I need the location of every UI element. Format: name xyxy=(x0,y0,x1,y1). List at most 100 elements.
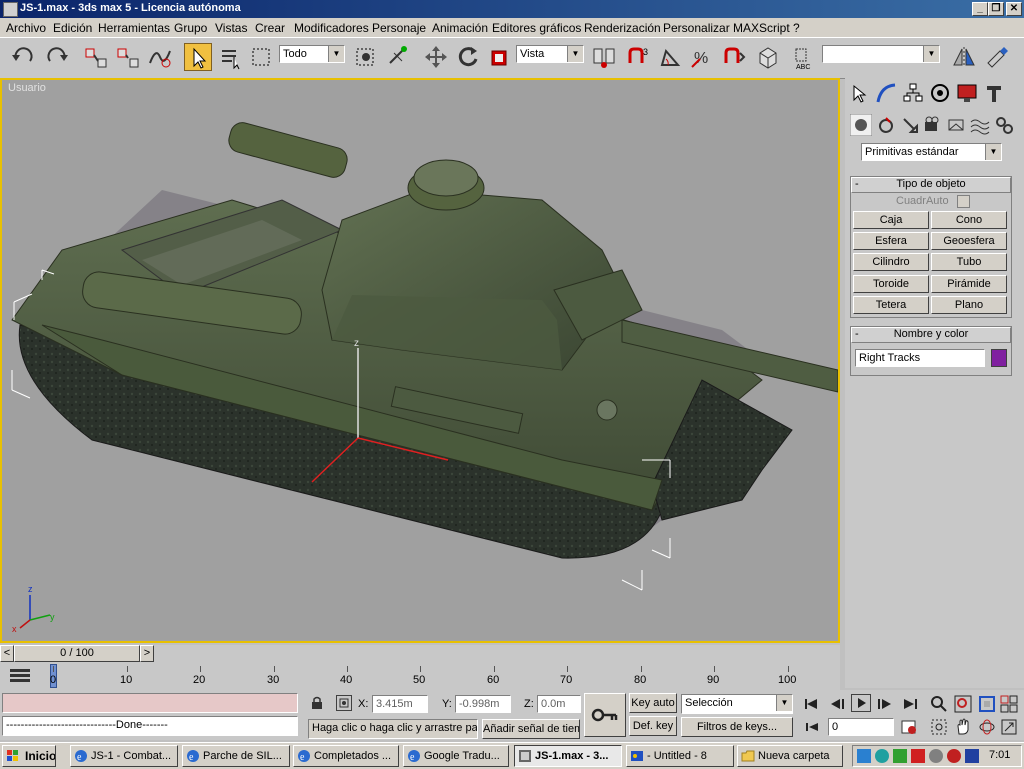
mirror-icon[interactable] xyxy=(950,43,978,71)
lock-icon[interactable] xyxy=(310,696,324,710)
tray-volume-icon[interactable] xyxy=(929,749,943,763)
set-key-button[interactable]: Def. key xyxy=(629,716,677,736)
menu-animacion[interactable]: Animación xyxy=(432,21,488,35)
menu-archivo[interactable]: Archivo xyxy=(6,21,46,35)
bind-to-space-warp-icon[interactable] xyxy=(146,43,174,71)
object-name-input[interactable]: Right Tracks xyxy=(855,349,985,367)
torus-button[interactable]: Toroide xyxy=(853,275,929,293)
select-and-move-icon[interactable] xyxy=(422,43,450,71)
object-color-swatch[interactable] xyxy=(991,349,1007,367)
motion-tab-icon[interactable] xyxy=(929,82,951,104)
modify-tab-icon[interactable] xyxy=(875,82,897,104)
menu-grupo[interactable]: Grupo xyxy=(174,21,207,35)
undo-icon[interactable] xyxy=(10,43,38,71)
snap-toggle-icon[interactable]: 3 xyxy=(624,43,652,71)
time-slider-thumb[interactable]: 0 / 100 xyxy=(14,645,140,662)
hierarchy-tab-icon[interactable] xyxy=(902,82,924,104)
x-coord-input[interactable]: 3.415m xyxy=(372,695,428,713)
menu-help[interactable]: ? xyxy=(793,21,800,35)
taskbar-item-ie-parche[interactable]: e Parche de SIL... xyxy=(182,745,290,767)
z-coord-input[interactable]: 0.0m xyxy=(537,695,581,713)
pan-hand-icon[interactable] xyxy=(954,718,972,736)
menu-personaje[interactable]: Personaje xyxy=(372,21,426,35)
add-time-tag-button[interactable]: Añadir señal de tiem xyxy=(482,719,580,739)
previous-frame-icon[interactable] xyxy=(828,696,848,712)
play-icon[interactable] xyxy=(851,694,871,712)
zoom-icon[interactable] xyxy=(930,695,948,713)
maxscript-listener-input[interactable] xyxy=(2,693,298,713)
close-button[interactable]: ✕ xyxy=(1006,2,1022,16)
box-button[interactable]: Caja xyxy=(853,211,929,229)
time-slider-next-button[interactable]: > xyxy=(140,645,154,662)
menu-personalizar[interactable]: Personalizar xyxy=(663,21,730,35)
menu-edicion[interactable]: Edición xyxy=(53,21,92,35)
tray-ati-icon[interactable] xyxy=(911,749,925,763)
taskbar-item-nueva-carpeta[interactable]: Nueva carpeta xyxy=(737,745,843,767)
restore-button[interactable]: ❐ xyxy=(988,2,1004,16)
use-pivot-center-icon[interactable] xyxy=(590,43,618,71)
region-zoom-icon[interactable] xyxy=(930,718,948,736)
helpers-category-icon[interactable] xyxy=(945,114,967,136)
object-type-header[interactable]: - Tipo de objeto xyxy=(851,177,1011,193)
cone-button[interactable]: Cono xyxy=(931,211,1007,229)
menu-editores-graficos[interactable]: Editores gráficos xyxy=(492,21,581,35)
select-and-rotate-icon[interactable] xyxy=(454,43,482,71)
menu-vistas[interactable]: Vistas xyxy=(215,21,247,35)
taskbar-item-ie-js1[interactable]: e JS-1 - Combat... xyxy=(70,745,178,767)
tray-security-icon[interactable] xyxy=(947,749,961,763)
select-and-link-icon[interactable] xyxy=(82,43,110,71)
select-and-manipulate-icon[interactable] xyxy=(384,43,412,71)
utilities-tab-icon[interactable] xyxy=(983,82,1005,104)
tray-network-icon[interactable] xyxy=(857,749,871,763)
geosphere-button[interactable]: Geoesfera xyxy=(931,232,1007,250)
named-selection-dropdown[interactable]: ▼ xyxy=(822,45,940,63)
autogrid-checkbox[interactable] xyxy=(957,195,970,208)
sphere-button[interactable]: Esfera xyxy=(853,232,929,250)
next-frame-icon[interactable] xyxy=(874,696,894,712)
rectangular-selection-icon[interactable] xyxy=(248,43,276,71)
taskbar-item-ie-completados[interactable]: e Completados ... xyxy=(293,745,399,767)
display-tab-icon[interactable] xyxy=(956,82,978,104)
pyramid-button[interactable]: Pirámide xyxy=(931,275,1007,293)
tube-button[interactable]: Tubo xyxy=(931,253,1007,271)
named-selection-sets-icon[interactable] xyxy=(754,43,782,71)
teapot-button[interactable]: Tetera xyxy=(853,296,929,314)
lights-category-icon[interactable] xyxy=(899,114,921,136)
time-slider[interactable]: < 0 / 100 > xyxy=(0,645,840,662)
y-coord-input[interactable]: -0.998m xyxy=(455,695,511,713)
create-tab-icon[interactable] xyxy=(848,82,870,104)
select-and-scale-icon[interactable] xyxy=(486,43,514,71)
absolute-mode-icon[interactable] xyxy=(336,695,352,711)
taskbar-item-ie-google-traductor[interactable]: e Google Tradu... xyxy=(403,745,509,767)
plane-button[interactable]: Plano xyxy=(931,296,1007,314)
menu-crear[interactable]: Crear xyxy=(255,21,285,35)
auto-key-button[interactable]: Key auto xyxy=(629,693,677,713)
mini-curve-editor-icon[interactable] xyxy=(6,666,34,686)
go-to-start-icon[interactable] xyxy=(802,696,822,712)
shapes-category-icon[interactable] xyxy=(875,114,897,136)
menu-herramientas[interactable]: Herramientas xyxy=(98,21,170,35)
taskbar-item-3dsmax[interactable]: JS-1.max - 3... xyxy=(514,745,622,767)
track-bar[interactable]: 0 10 20 30 40 50 60 70 80 90 100 xyxy=(0,662,840,690)
arc-rotate-icon[interactable] xyxy=(978,718,996,736)
tray-clock[interactable]: 7:01 xyxy=(989,749,1010,761)
cameras-category-icon[interactable] xyxy=(921,114,943,136)
select-object-icon[interactable] xyxy=(184,43,212,71)
cylinder-button[interactable]: Cilindro xyxy=(853,253,929,271)
primitive-category-dropdown[interactable]: Primitivas estándar ▼ xyxy=(861,143,1002,161)
angle-snap-icon[interactable] xyxy=(656,43,684,71)
go-to-end-icon[interactable] xyxy=(900,696,920,712)
edit-named-selection-icon[interactable]: ABC xyxy=(792,43,820,71)
spinner-snap-icon[interactable] xyxy=(720,43,748,71)
key-mode-toggle-icon[interactable] xyxy=(804,720,820,734)
reference-coordinate-dropdown[interactable]: Vista ▼ xyxy=(516,45,584,63)
tank-model-scene[interactable]: z z y x xyxy=(2,80,838,641)
menu-modificadores[interactable]: Modificadores xyxy=(294,21,369,35)
key-filters-button[interactable]: Filtros de keys... xyxy=(681,717,793,737)
taskbar-item-untitled[interactable]: - Untitled - 8 xyxy=(626,745,734,767)
start-button[interactable]: Inicio xyxy=(2,745,56,767)
name-and-color-header[interactable]: - Nombre y color xyxy=(851,327,1011,343)
menu-renderizacion[interactable]: Renderización xyxy=(584,21,661,35)
zoom-extents-all-icon[interactable] xyxy=(1000,695,1018,713)
time-slider-prev-button[interactable]: < xyxy=(0,645,14,662)
